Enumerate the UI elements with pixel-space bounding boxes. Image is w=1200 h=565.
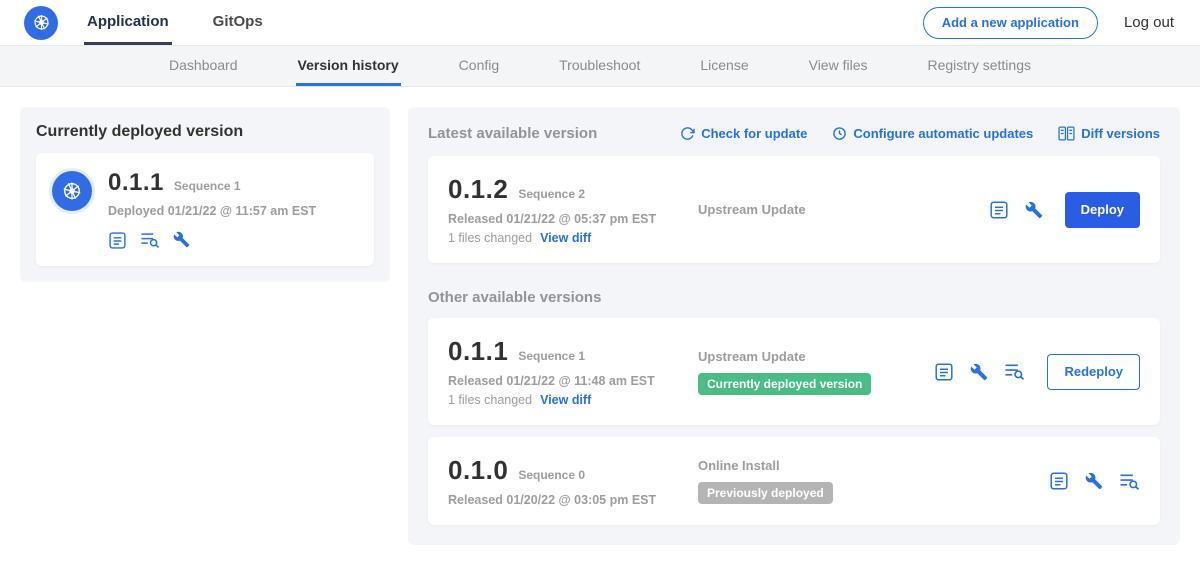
edit-config-icon[interactable] <box>1085 472 1103 490</box>
app-subnav: Dashboard Version history Config Trouble… <box>0 46 1200 87</box>
deploy-button[interactable]: Deploy <box>1065 192 1140 228</box>
available-panel-actions: Check for update Configure automatic upd… <box>680 126 1160 141</box>
deployed-panel-title: Currently deployed version <box>36 123 374 141</box>
refresh-icon <box>680 126 695 141</box>
view-diff-link[interactable]: View diff <box>540 231 591 245</box>
files-changed-row: 1 files changed View diff <box>448 231 698 245</box>
subnav-version-history[interactable]: Version history <box>296 46 401 86</box>
top-nav: Application GitOps <box>84 0 304 45</box>
source-label: Upstream Update <box>698 202 977 217</box>
tab-gitops[interactable]: GitOps <box>210 0 266 45</box>
check-for-update-link[interactable]: Check for update <box>680 126 807 141</box>
version-card-0-1-0: 0.1.0 Sequence 0 Released 01/20/22 @ 03:… <box>428 437 1160 525</box>
available-panel-title: Latest available version <box>428 125 597 142</box>
release-notes-icon[interactable] <box>108 231 127 250</box>
kubernetes-wheel-icon <box>31 12 52 33</box>
version-actions <box>1049 471 1140 491</box>
top-header: Application GitOps Add a new application… <box>0 0 1200 46</box>
version-row: 0.1.2 Sequence 2 <box>448 174 698 205</box>
configure-automatic-updates-label: Configure automatic updates <box>853 126 1033 141</box>
kubernetes-wheel-icon <box>60 179 84 203</box>
available-versions-panel: Latest available version Check for updat… <box>408 107 1180 545</box>
version-info: 0.1.2 Sequence 2 Released 01/21/22 @ 05:… <box>448 174 698 245</box>
edit-config-icon[interactable] <box>173 231 190 250</box>
version-info: 0.1.0 Sequence 0 Released 01/20/22 @ 03:… <box>448 455 698 507</box>
source-label: Online Install <box>698 458 1037 473</box>
available-panel-header: Latest available version Check for updat… <box>428 123 1160 144</box>
deployed-sequence-label: Sequence 1 <box>174 179 241 193</box>
currently-deployed-panel: Currently deployed version 0.1.1 <box>20 107 390 282</box>
version-number: 0.1.1 <box>448 336 508 367</box>
version-source: Upstream Update Currently deployed versi… <box>698 349 934 395</box>
logout-link[interactable]: Log out <box>1124 14 1174 31</box>
released-timestamp: Released 01/20/22 @ 03:05 pm EST <box>448 493 698 507</box>
sequence-label: Sequence 1 <box>518 349 585 363</box>
subnav-view-files[interactable]: View files <box>807 46 870 86</box>
released-timestamp: Released 01/21/22 @ 11:48 am EST <box>448 374 698 388</box>
edit-config-icon[interactable] <box>970 363 988 381</box>
other-versions-title: Other available versions <box>428 289 1160 306</box>
subnav-config[interactable]: Config <box>457 46 501 86</box>
diff-versions-link[interactable]: Diff versions <box>1058 126 1160 141</box>
redeploy-button[interactable]: Redeploy <box>1047 354 1140 390</box>
add-application-button[interactable]: Add a new application <box>923 7 1098 39</box>
release-notes-icon[interactable] <box>989 200 1009 220</box>
version-number: 0.1.0 <box>448 455 508 486</box>
subnav-dashboard[interactable]: Dashboard <box>167 46 240 86</box>
version-row: 0.1.1 Sequence 1 <box>448 336 698 367</box>
version-card-0-1-1: 0.1.1 Sequence 1 Released 01/21/22 @ 11:… <box>428 318 1160 425</box>
version-info: 0.1.1 Sequence 1 Released 01/21/22 @ 11:… <box>448 336 698 407</box>
version-source: Online Install Previously deployed <box>698 458 1049 504</box>
files-changed-label: 1 files changed <box>448 393 532 407</box>
edit-config-icon[interactable] <box>1025 201 1043 219</box>
files-changed-label: 1 files changed <box>448 231 532 245</box>
version-row: 0.1.0 Sequence 0 <box>448 455 698 486</box>
diff-icon <box>1058 126 1075 141</box>
deployed-icon-row <box>108 231 316 250</box>
released-timestamp: Released 01/21/22 @ 05:37 pm EST <box>448 212 698 226</box>
tab-application[interactable]: Application <box>84 0 172 45</box>
main-content: Currently deployed version 0.1.1 <box>0 87 1200 565</box>
deploy-logs-icon[interactable] <box>1004 362 1025 381</box>
version-actions: Deploy <box>989 192 1140 228</box>
diff-versions-label: Diff versions <box>1081 126 1160 141</box>
check-for-update-label: Check for update <box>701 126 807 141</box>
deployed-version-info: 0.1.1 Sequence 1 Deployed 01/21/22 @ 11:… <box>108 169 316 250</box>
deployed-timestamp: Deployed 01/21/22 @ 11:57 am EST <box>108 204 316 218</box>
files-changed-row: 1 files changed View diff <box>448 393 698 407</box>
deploy-logs-icon[interactable] <box>1119 472 1140 491</box>
subnav-registry-settings[interactable]: Registry settings <box>926 46 1033 86</box>
view-diff-link[interactable]: View diff <box>540 393 591 407</box>
version-actions: Redeploy <box>934 354 1140 390</box>
version-source: Upstream Update <box>698 202 989 217</box>
configure-automatic-updates-link[interactable]: Configure automatic updates <box>832 126 1033 141</box>
deployed-version-row: 0.1.1 Sequence 1 <box>108 169 316 197</box>
sequence-label: Sequence 0 <box>518 468 585 482</box>
app-logo-icon <box>52 171 92 211</box>
version-number: 0.1.2 <box>448 174 508 205</box>
deploy-logs-icon[interactable] <box>140 231 160 250</box>
sequence-label: Sequence 2 <box>518 187 585 201</box>
release-notes-icon[interactable] <box>1049 471 1069 491</box>
source-label: Upstream Update <box>698 349 922 364</box>
subnav-troubleshoot[interactable]: Troubleshoot <box>557 46 642 86</box>
kubernetes-logo <box>24 6 58 40</box>
release-notes-icon[interactable] <box>934 362 954 382</box>
subnav-license[interactable]: License <box>698 46 750 86</box>
version-card-0-1-2: 0.1.2 Sequence 2 Released 01/21/22 @ 05:… <box>428 156 1160 263</box>
deployed-version-card: 0.1.1 Sequence 1 Deployed 01/21/22 @ 11:… <box>36 153 374 266</box>
clock-icon <box>832 126 847 141</box>
header-actions: Add a new application Log out <box>923 7 1174 39</box>
previously-deployed-badge: Previously deployed <box>698 482 833 504</box>
currently-deployed-badge: Currently deployed version <box>698 373 871 395</box>
deployed-version-number: 0.1.1 <box>108 169 164 197</box>
